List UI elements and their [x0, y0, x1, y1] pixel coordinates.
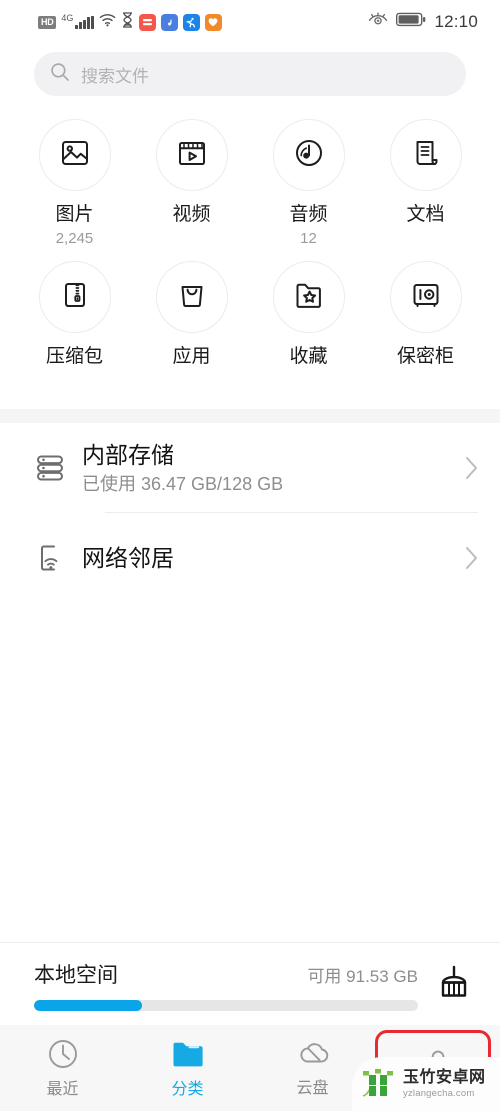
file-manager-screen: HD 4G 12:10 搜索文件 图片 2,245 视频 音频 12 文档 压缩…	[0, 0, 500, 1111]
eye-comfort-icon	[368, 12, 388, 32]
hourglass-icon	[121, 11, 134, 33]
bamboo-logo-icon	[358, 1062, 398, 1107]
storage-list: 内部存储 已使用 36.47 GB/128 GB 网络邻居	[0, 423, 500, 603]
image-icon	[58, 136, 92, 175]
app-music-icon	[160, 13, 178, 31]
cloud-icon	[295, 1039, 331, 1074]
app-red-icon	[138, 13, 156, 31]
category-item-archives[interactable]: 压缩包	[16, 261, 133, 403]
local-space-title: 本地空间	[34, 964, 118, 987]
category-icon-circle	[155, 261, 228, 333]
local-space-available: 可用 91.53 GB	[307, 967, 418, 986]
safe-box-icon	[409, 278, 443, 317]
status-bar-right-icons: 12:10	[368, 12, 478, 32]
favorite-folder-icon	[292, 278, 326, 317]
search-icon	[50, 62, 70, 87]
battery-icon	[396, 12, 426, 32]
category-icon-circle	[389, 261, 462, 333]
network-type-label: 4G	[61, 13, 74, 23]
apk-bag-icon	[175, 278, 209, 317]
category-label: 保密柜	[396, 346, 454, 367]
document-icon	[409, 136, 443, 175]
nav-label: 云盘	[296, 1079, 329, 1097]
nav-item-categories[interactable]: 分类	[125, 1025, 250, 1111]
signal-bars-icon	[75, 15, 94, 29]
storage-row-text: 内部存储 已使用 36.47 GB/128 GB	[82, 440, 465, 496]
search-input[interactable]: 搜索文件	[34, 52, 466, 96]
category-icon-circle	[272, 261, 345, 333]
local-space-progress-track	[34, 1000, 418, 1011]
category-label: 视频	[172, 204, 211, 225]
watermark: 玉竹安卓网 yzlangecha.com	[352, 1057, 500, 1111]
app-weather-icon	[204, 13, 222, 31]
wifi-icon	[99, 13, 116, 32]
local-space-main: 本地空间 可用 91.53 GB	[34, 959, 418, 1011]
network-row-text: 网络邻居	[82, 543, 465, 573]
category-icon-circle	[38, 119, 111, 191]
category-label: 收藏	[289, 346, 328, 367]
category-label: 图片	[55, 204, 94, 225]
network-neighbor-icon	[32, 540, 82, 576]
video-icon	[175, 136, 209, 175]
category-label: 应用	[172, 346, 211, 367]
category-grid: 图片 2,245 视频 音频 12 文档 压缩包 应用 收藏 保密柜	[0, 96, 500, 409]
nav-item-recent[interactable]: 最近	[0, 1025, 125, 1111]
app-sports-icon	[182, 13, 200, 31]
status-bar: HD 4G 12:10	[0, 0, 500, 44]
nav-label: 分类	[171, 1080, 204, 1098]
category-label: 音频	[289, 204, 328, 225]
category-icon-circle	[38, 261, 111, 333]
watermark-text: 玉竹安卓网 yzlangecha.com	[403, 1068, 486, 1099]
category-item-safe[interactable]: 保密柜	[367, 261, 484, 403]
section-divider	[0, 409, 500, 423]
category-count: 2,245	[55, 230, 94, 247]
category-label: 压缩包	[45, 346, 103, 367]
watermark-en: yzlangecha.com	[403, 1087, 475, 1099]
clock-icon	[47, 1038, 79, 1075]
internal-storage-icon	[32, 450, 82, 486]
storage-row-network[interactable]: 网络邻居	[0, 513, 500, 603]
chevron-right-icon	[465, 456, 478, 480]
status-bar-left-icons: HD 4G	[38, 11, 222, 33]
folder-icon	[171, 1038, 205, 1075]
category-label: 文档	[406, 204, 445, 225]
watermark-cn: 玉竹安卓网	[403, 1068, 486, 1086]
category-icon-circle	[389, 119, 462, 191]
category-count: 12	[300, 230, 317, 247]
category-icon-circle	[272, 119, 345, 191]
network-row-title: 网络邻居	[82, 545, 174, 571]
hd-badge-icon: HD	[38, 15, 57, 29]
storage-row-internal[interactable]: 内部存储 已使用 36.47 GB/128 GB	[0, 423, 500, 513]
storage-row-subtitle: 已使用 36.47 GB/128 GB	[82, 474, 284, 494]
search-placeholder: 搜索文件	[81, 66, 149, 86]
chevron-right-icon	[465, 546, 478, 570]
local-space-progress-fill	[34, 1000, 142, 1011]
category-item-images[interactable]: 图片 2,245	[16, 119, 133, 261]
status-bar-clock: 12:10	[434, 12, 478, 31]
category-icon-circle	[155, 119, 228, 191]
zip-icon	[58, 278, 92, 317]
storage-row-title: 内部存储	[82, 442, 174, 468]
category-item-videos[interactable]: 视频	[133, 119, 250, 261]
nav-label: 最近	[46, 1080, 79, 1098]
audio-icon	[292, 136, 326, 175]
broom-clean-icon[interactable]	[432, 963, 478, 1008]
category-item-favorites[interactable]: 收藏	[250, 261, 367, 403]
local-space-section: 本地空间 可用 91.53 GB	[0, 942, 500, 1025]
category-item-documents[interactable]: 文档	[367, 119, 484, 261]
category-item-apps[interactable]: 应用	[133, 261, 250, 403]
search-section: 搜索文件	[0, 44, 500, 96]
local-space-header: 本地空间 可用 91.53 GB	[34, 959, 418, 989]
category-item-audio[interactable]: 音频 12	[250, 119, 367, 261]
